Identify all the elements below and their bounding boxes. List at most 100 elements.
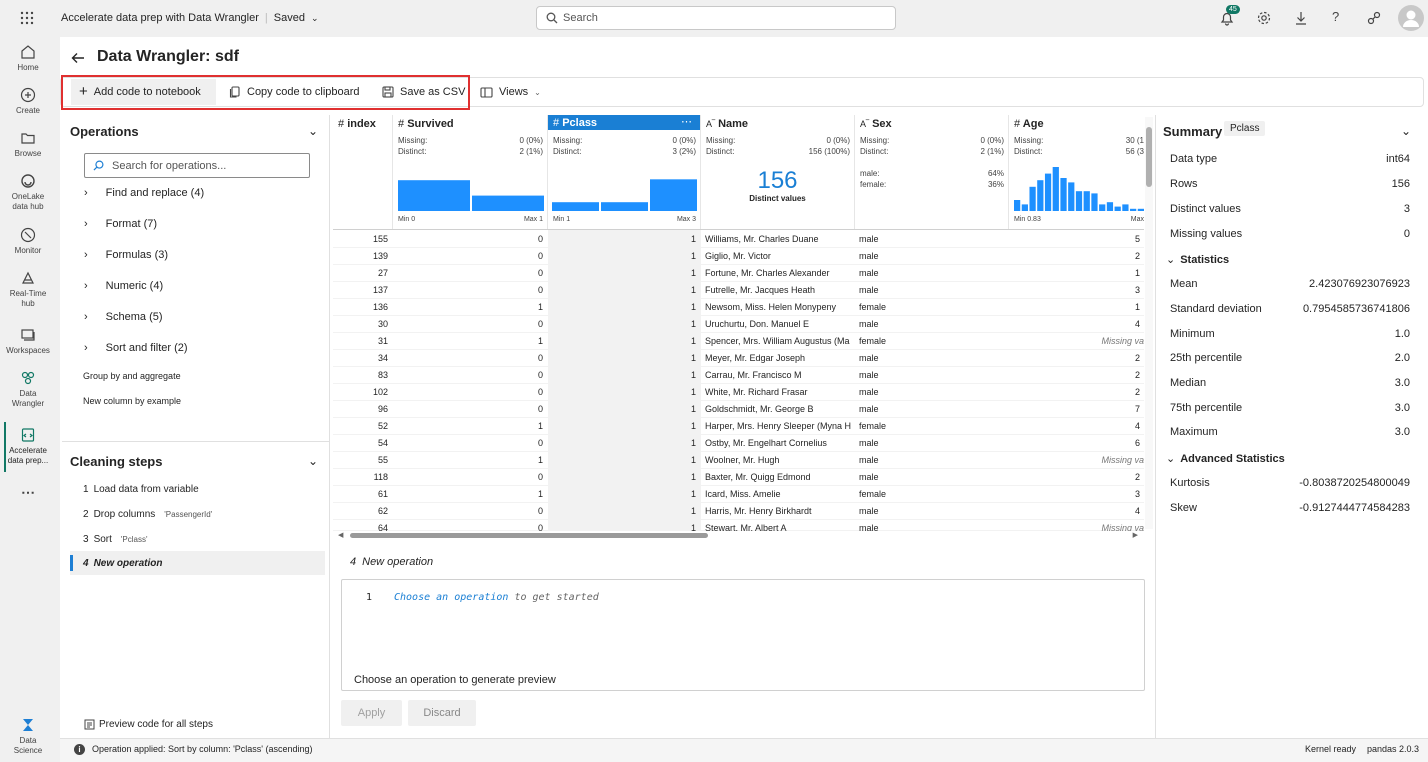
op-group-format[interactable]: › Format (7) — [84, 218, 157, 230]
cell-pclass[interactable]: 1 — [548, 248, 700, 265]
cell-sex[interactable]: male — [855, 316, 1008, 333]
cell-survived[interactable]: 0 — [393, 316, 547, 333]
cell-survived[interactable]: 0 — [393, 520, 547, 531]
scroll-left-icon[interactable]: ◀ — [338, 531, 343, 539]
chevron-down-icon[interactable]: ⌄ — [308, 124, 318, 138]
cell-index[interactable]: 137 — [333, 282, 392, 299]
scroll-right-icon[interactable]: ▶ — [1133, 531, 1138, 539]
cell-age[interactable]: 1 — [1009, 265, 1144, 282]
cell-name[interactable]: Goldschmidt, Mr. George B — [701, 401, 854, 418]
more-icon[interactable]: ⋯ — [0, 485, 56, 499]
cell-survived[interactable]: 0 — [393, 503, 547, 520]
cell-survived[interactable]: 1 — [393, 452, 547, 469]
cell-age[interactable]: 2 — [1009, 367, 1144, 384]
cell-age[interactable]: 3 — [1009, 282, 1144, 299]
cell-name[interactable]: Giglio, Mr. Victor — [701, 248, 854, 265]
cell-survived[interactable]: 0 — [393, 231, 547, 248]
cell-sex[interactable]: male — [855, 435, 1008, 452]
cell-name[interactable]: Futrelle, Mr. Jacques Heath — [701, 282, 854, 299]
views-dropdown[interactable]: Views ⌄ — [472, 78, 549, 106]
cell-pclass[interactable]: 1 — [548, 231, 700, 248]
col-header-name[interactable]: A‾ Name Missing: 0 (0%) Distinct: 156 (1… — [701, 115, 855, 229]
cleaning-step[interactable]: 1 Load data from variable — [70, 477, 325, 501]
cell-sex[interactable]: male — [855, 282, 1008, 299]
col-header-sex[interactable]: A‾ Sex Missing: 0 (0%) Distinct: 2 (1%) … — [855, 115, 1009, 229]
cell-age[interactable]: 3 — [1009, 486, 1144, 503]
rail-item-workspaces[interactable]: Workspaces — [0, 327, 56, 356]
cell-sex[interactable]: male — [855, 248, 1008, 265]
cell-sex[interactable]: male — [855, 350, 1008, 367]
table-row[interactable]: 27 0 1 Fortune, Mr. Charles Alexander male 1 — [333, 265, 1144, 282]
cell-pclass[interactable]: 1 — [548, 401, 700, 418]
cell-name[interactable]: Newsom, Miss. Helen Monypeny — [701, 299, 854, 316]
cell-age[interactable]: 4 — [1009, 316, 1144, 333]
cell-survived[interactable]: 0 — [393, 469, 547, 486]
cell-age[interactable]: Missing va — [1009, 520, 1144, 531]
cell-age[interactable]: 2 — [1009, 350, 1144, 367]
table-row[interactable]: 96 0 1 Goldschmidt, Mr. George Bmale 7 — [333, 401, 1144, 418]
op-group-schema[interactable]: › Schema (5) — [84, 311, 163, 323]
cell-age[interactable]: 4 — [1009, 503, 1144, 520]
cell-name[interactable]: Woolner, Mr. Hugh — [701, 452, 854, 469]
notifications-button[interactable]: 45 — [1219, 5, 1240, 26]
cell-sex[interactable]: male — [855, 452, 1008, 469]
cell-sex[interactable]: male — [855, 265, 1008, 282]
op-group-formulas[interactable]: › Formulas (3) — [84, 249, 168, 261]
app-launcher-icon[interactable] — [20, 11, 34, 25]
op-group-numeric[interactable]: › Numeric (4) — [84, 280, 163, 292]
cell-pclass[interactable]: 1 — [548, 282, 700, 299]
avatar[interactable] — [1398, 5, 1424, 31]
cell-survived[interactable]: 0 — [393, 265, 547, 282]
table-row[interactable]: 54 0 1 Ostby, Mr. Engelhart Cornelius male 6 — [333, 435, 1144, 452]
table-row[interactable]: 136 1 1 Newsom, Miss. Helen Monypeny female 1 — [333, 299, 1144, 316]
download-icon[interactable] — [1294, 11, 1308, 25]
cell-pclass[interactable]: 1 — [548, 333, 700, 350]
code-editor[interactable]: 1 Choose an operation to get started Cho… — [341, 579, 1145, 691]
cell-name[interactable]: Uruchurtu, Don. Manuel E — [701, 316, 854, 333]
cell-pclass[interactable]: 1 — [548, 520, 700, 531]
cell-index[interactable]: 27 — [333, 265, 392, 282]
global-search-input[interactable]: Search — [536, 6, 896, 30]
cell-index[interactable]: 34 — [333, 350, 392, 367]
cell-index[interactable]: 30 — [333, 316, 392, 333]
preview-code-all-steps[interactable]: Preview code for all steps — [84, 719, 213, 730]
cell-sex[interactable]: female — [855, 486, 1008, 503]
op-group-find-replace[interactable]: › Find and replace (4) — [84, 187, 204, 199]
rail-item-create[interactable]: Create — [0, 87, 56, 116]
cell-name[interactable]: Fortune, Mr. Charles Alexander — [701, 265, 854, 282]
cell-index[interactable]: 61 — [333, 486, 392, 503]
cleaning-step-active[interactable]: 4 New operation — [70, 551, 325, 575]
cell-index[interactable]: 96 — [333, 401, 392, 418]
cell-name[interactable]: Carrau, Mr. Francisco M — [701, 367, 854, 384]
advanced-statistics-section-header[interactable]: ⌄ Advanced Statistics — [1166, 452, 1285, 466]
discard-button[interactable]: Discard — [408, 700, 476, 726]
table-row[interactable]: 102 0 1 White, Mr. Richard Frasar male 2 — [333, 384, 1144, 401]
cell-index[interactable]: 118 — [333, 469, 392, 486]
cell-name[interactable]: Williams, Mr. Charles Duane — [701, 231, 854, 248]
cell-age[interactable]: 4 — [1009, 418, 1144, 435]
new-column-example-link[interactable]: New column by example — [83, 396, 181, 406]
operations-search-input[interactable]: Search for operations... — [84, 153, 310, 178]
col-header-survived[interactable]: # Survived Missing: 0 (0%) Distinct: 2 (… — [393, 115, 548, 229]
rail-item-notebook[interactable]: Accelerate data prep... — [0, 427, 56, 466]
cell-name[interactable]: Icard, Miss. Amelie — [701, 486, 854, 503]
table-row[interactable]: 155 0 1 Williams, Mr. Charles Duane male 5 — [333, 231, 1144, 248]
table-row[interactable]: 61 1 1 Icard, Miss. Amelie female 3 — [333, 486, 1144, 503]
rail-item-data-science[interactable]: Data Science — [0, 717, 56, 756]
cell-survived[interactable]: 0 — [393, 367, 547, 384]
cell-pclass[interactable]: 1 — [548, 486, 700, 503]
table-row[interactable]: 31 1 1 Spencer, Mrs. William Augustus (Ma fe… — [333, 333, 1144, 350]
rail-item-realtime[interactable]: Real-Time hub — [0, 270, 56, 309]
cell-sex[interactable]: female — [855, 333, 1008, 350]
cell-age[interactable]: 1 — [1009, 299, 1144, 316]
cell-age[interactable]: 5 — [1009, 231, 1144, 248]
settings-icon[interactable] — [1257, 11, 1271, 25]
cell-index[interactable]: 136 — [333, 299, 392, 316]
help-icon[interactable]: ? — [1332, 9, 1339, 24]
cell-index[interactable]: 83 — [333, 367, 392, 384]
cell-survived[interactable]: 0 — [393, 401, 547, 418]
cell-pclass[interactable]: 1 — [548, 384, 700, 401]
cell-pclass[interactable]: 1 — [548, 469, 700, 486]
statistics-section-header[interactable]: ⌄ Statistics — [1166, 253, 1229, 267]
cell-pclass[interactable]: 1 — [548, 316, 700, 333]
